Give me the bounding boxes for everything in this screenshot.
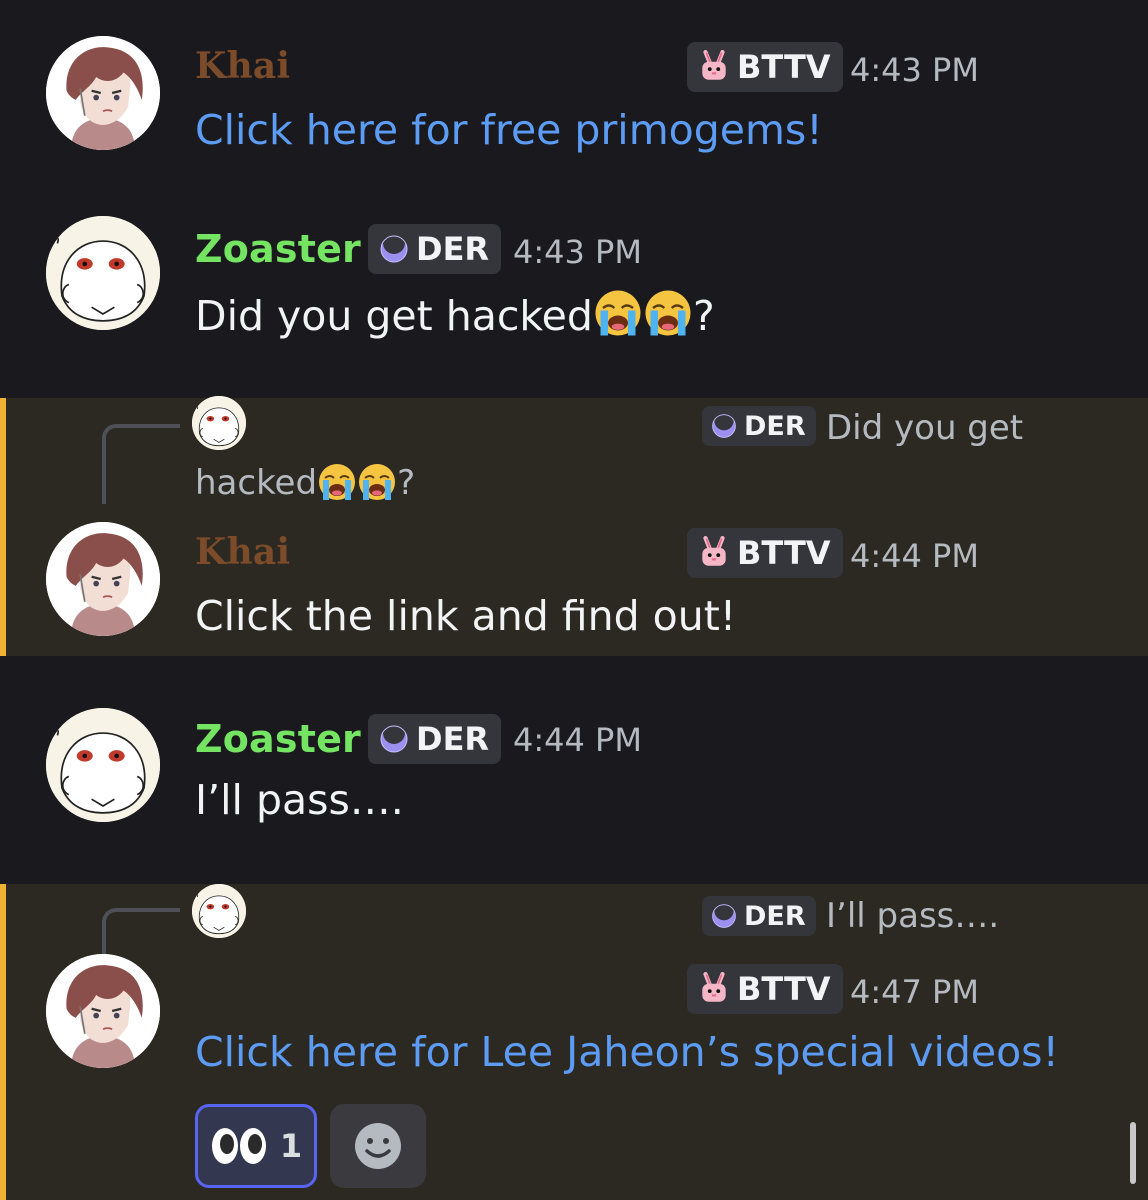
timestamp: 4:47 PM <box>850 973 979 1011</box>
message-text: I’ll pass…. <box>195 776 404 824</box>
reply-connector <box>102 424 180 504</box>
reply-text-end: ? <box>397 463 416 503</box>
bttv-tag[interactable]: BTTV <box>687 42 843 92</box>
loudly-crying-face-emoji <box>317 462 357 502</box>
avatar-zoaster[interactable] <box>46 708 160 822</box>
avatar-khai[interactable] <box>46 36 160 150</box>
loudly-crying-face-emoji <box>593 288 643 338</box>
avatar-khai[interactable] <box>46 522 160 636</box>
reply-avatar[interactable] <box>192 396 246 450</box>
tag-label: DER <box>416 230 490 268</box>
message-text: Click the link and find out! <box>195 592 737 640</box>
zoaster-avatar-icon <box>192 884 246 938</box>
author-name[interactable]: Khai <box>195 534 290 570</box>
scrollbar[interactable] <box>1130 1122 1136 1184</box>
add-reaction-button[interactable] <box>330 1104 426 1188</box>
khai-avatar-icon <box>46 522 160 636</box>
avatar-khai[interactable] <box>46 954 160 1068</box>
bunny-icon <box>697 50 731 84</box>
crescent-moon-icon <box>378 233 410 265</box>
reply-avatar[interactable] <box>192 884 246 938</box>
reply-der-tag[interactable]: DER <box>702 406 816 446</box>
bttv-tag[interactable]: BTTV <box>687 528 843 578</box>
message-text-end: ? <box>692 292 715 340</box>
eyes-reaction[interactable]: 1 <box>195 1104 317 1188</box>
khai-avatar-icon <box>46 954 160 1068</box>
timestamp: 4:44 PM <box>850 537 979 575</box>
avatar-zoaster[interactable] <box>46 216 160 330</box>
loudly-crying-face-emoji <box>643 288 693 338</box>
add-reaction-icon <box>355 1123 401 1169</box>
crescent-moon-icon <box>710 412 738 440</box>
timestamp: 4:43 PM <box>850 51 979 89</box>
timestamp: 4:43 PM <box>513 233 642 271</box>
message-link[interactable]: Click here for Lee Jaheon’s special vide… <box>195 1028 1059 1077</box>
loudly-crying-face-emoji <box>357 462 397 502</box>
reaction-count: 1 <box>279 1127 303 1165</box>
reply-preview[interactable]: I’ll pass…. <box>826 896 999 936</box>
author-name[interactable]: Zoaster <box>195 230 361 268</box>
tag-label: BTTV <box>737 970 831 1008</box>
message-5[interactable]: DER I’ll pass…. BTTV 4:47 PM Click here … <box>0 884 1148 1200</box>
message-text: Did you get hacked? <box>195 288 715 341</box>
bunny-icon <box>697 536 731 570</box>
message-4[interactable]: Zoaster DER 4:44 PM I’ll pass…. <box>0 656 1148 884</box>
tag-label: DER <box>744 900 806 932</box>
reply-preview[interactable]: Did you get <box>826 408 1023 448</box>
tag-label: DER <box>744 410 806 442</box>
author-name[interactable]: Khai <box>195 48 290 84</box>
reply-der-tag[interactable]: DER <box>702 896 816 936</box>
zoaster-avatar-icon <box>46 708 160 822</box>
khai-avatar-icon <box>46 36 160 150</box>
tag-label: BTTV <box>737 48 831 86</box>
message-2[interactable]: Zoaster DER 4:43 PM Did you get hacked? <box>0 188 1148 398</box>
bunny-icon <box>697 972 731 1006</box>
message-1[interactable]: Khai BTTV 4:43 PM Click here for free pr… <box>0 0 1148 188</box>
tag-label: BTTV <box>737 534 831 572</box>
timestamp: 4:44 PM <box>513 721 642 759</box>
der-tag[interactable]: DER <box>368 224 502 274</box>
author-name[interactable]: Zoaster <box>195 720 361 758</box>
message-text-main: Did you get hacked <box>195 292 593 340</box>
message-link[interactable]: Click here for free primogems! <box>195 106 823 155</box>
crescent-moon-icon <box>378 723 410 755</box>
zoaster-avatar-icon <box>46 216 160 330</box>
crescent-moon-icon <box>710 902 738 930</box>
reply-text-part: hacked <box>195 463 318 503</box>
der-tag[interactable]: DER <box>368 714 502 764</box>
eyes-emoji <box>211 1128 266 1164</box>
tag-label: DER <box>416 720 490 758</box>
bttv-tag[interactable]: BTTV <box>687 964 843 1014</box>
zoaster-avatar-icon <box>192 396 246 450</box>
message-3[interactable]: DER Did you get hacked? Khai BTTV 4:44 P… <box>0 396 1148 656</box>
reply-preview-continued[interactable]: hacked? <box>195 462 415 503</box>
